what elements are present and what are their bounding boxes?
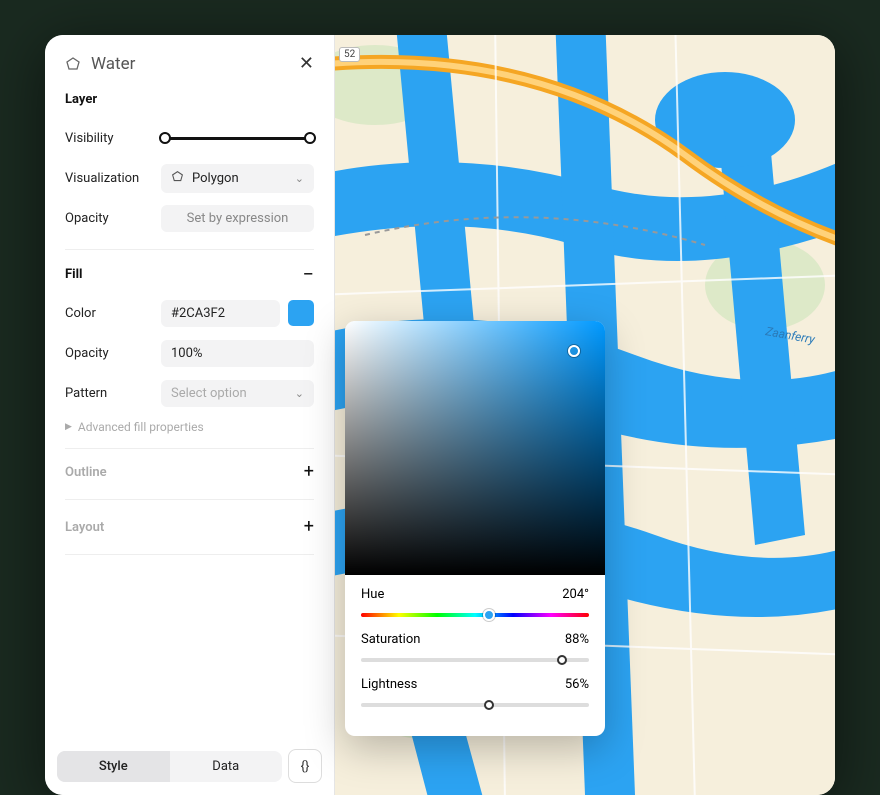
panel-title: Water bbox=[91, 54, 289, 74]
map-shield-badge: 52 bbox=[339, 47, 360, 62]
fill-color-input[interactable]: #2CA3F2 bbox=[161, 300, 280, 327]
fill-opacity-label: Opacity bbox=[65, 346, 161, 361]
tab-data[interactable]: Data bbox=[170, 751, 283, 782]
opacity-expression-button[interactable]: Set by expression bbox=[161, 205, 314, 232]
section-outline-header[interactable]: Outline + bbox=[65, 463, 314, 481]
expand-icon: + bbox=[304, 518, 314, 536]
fill-pattern-select[interactable]: Select option ⌄ bbox=[161, 380, 314, 407]
visualization-select[interactable]: Polygon ⌄ bbox=[161, 164, 314, 193]
style-panel: Water ✕ Layer Visibility Visualization bbox=[45, 35, 335, 795]
visualization-value: Polygon bbox=[192, 171, 239, 186]
sv-field[interactable] bbox=[345, 321, 605, 575]
visualization-label: Visualization bbox=[65, 171, 161, 186]
expand-icon: + bbox=[304, 463, 314, 481]
saturation-slider[interactable] bbox=[361, 653, 589, 667]
advanced-fill-toggle[interactable]: ▶ Advanced fill properties bbox=[65, 420, 314, 434]
tab-style[interactable]: Style bbox=[57, 751, 170, 782]
fill-opacity-input[interactable]: 100% bbox=[161, 340, 314, 367]
lightness-label: Lightness bbox=[361, 677, 417, 692]
fill-color-label: Color bbox=[65, 306, 161, 321]
divider bbox=[65, 554, 314, 555]
close-icon[interactable]: ✕ bbox=[299, 53, 314, 74]
advanced-fill-label: Advanced fill properties bbox=[78, 420, 204, 434]
lightness-slider[interactable] bbox=[361, 698, 589, 712]
fill-pattern-placeholder: Select option bbox=[171, 386, 247, 401]
divider bbox=[65, 249, 314, 250]
chevron-down-icon: ⌄ bbox=[295, 387, 304, 400]
hue-slider[interactable] bbox=[361, 608, 589, 622]
visibility-label: Visibility bbox=[65, 131, 161, 146]
caret-right-icon: ▶ bbox=[65, 422, 72, 432]
section-fill-title: Fill bbox=[65, 267, 82, 282]
hue-value: 204° bbox=[562, 587, 589, 602]
bottom-tabs: Style Data {} bbox=[45, 737, 334, 795]
divider bbox=[65, 448, 314, 449]
layer-opacity-label: Opacity bbox=[65, 211, 161, 226]
collapse-icon: − bbox=[303, 264, 314, 284]
divider bbox=[65, 499, 314, 500]
section-layer-title: Layer bbox=[65, 92, 314, 107]
polygon-icon bbox=[65, 56, 81, 72]
saturation-value: 88% bbox=[565, 632, 589, 647]
color-picker-popover: Hue 204° Saturation 88% Lightness 56% bbox=[345, 321, 605, 736]
section-fill-header[interactable]: Fill − bbox=[65, 264, 314, 284]
saturation-label: Saturation bbox=[361, 632, 420, 647]
section-layout-title: Layout bbox=[65, 520, 104, 535]
chevron-down-icon: ⌄ bbox=[295, 172, 304, 185]
lightness-value: 56% bbox=[565, 677, 589, 692]
fill-pattern-label: Pattern bbox=[65, 386, 161, 401]
fill-color-swatch[interactable] bbox=[288, 300, 314, 326]
polygon-icon bbox=[171, 170, 184, 187]
sv-cursor[interactable] bbox=[568, 345, 580, 357]
code-view-button[interactable]: {} bbox=[288, 749, 322, 783]
section-layout-header[interactable]: Layout + bbox=[65, 518, 314, 536]
hue-label: Hue bbox=[361, 587, 384, 602]
visibility-range-slider[interactable] bbox=[161, 131, 314, 145]
section-outline-title: Outline bbox=[65, 465, 107, 480]
panel-header: Water ✕ bbox=[65, 53, 314, 74]
